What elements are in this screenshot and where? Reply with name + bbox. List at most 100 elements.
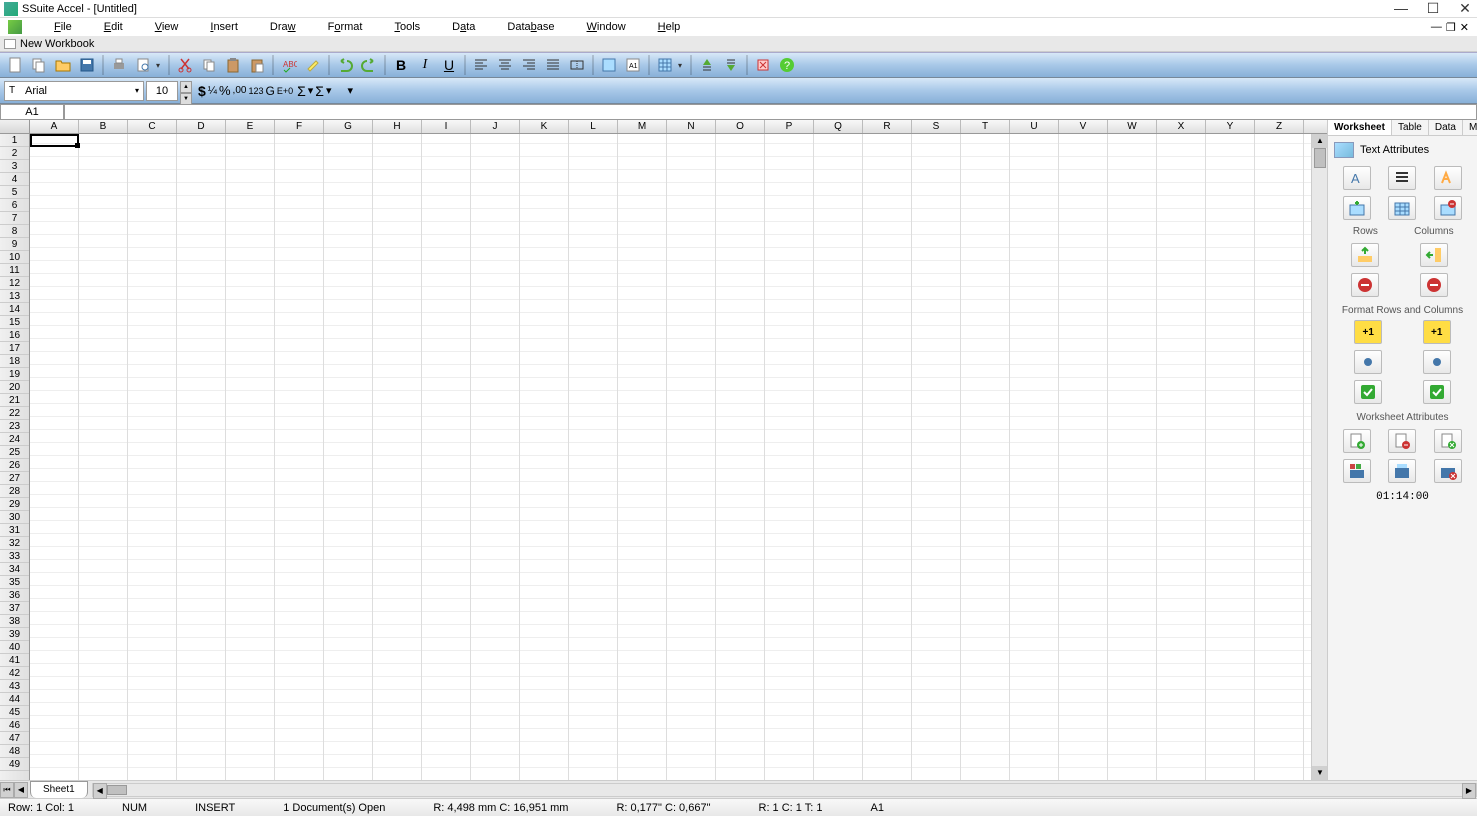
row-header[interactable]: 20: [0, 381, 29, 394]
row-header[interactable]: 13: [0, 290, 29, 303]
bold-button[interactable]: B: [390, 54, 412, 76]
row-header[interactable]: 8: [0, 225, 29, 238]
row-ok-button[interactable]: [1354, 380, 1382, 404]
menu-view[interactable]: View: [155, 21, 179, 33]
col-autofit-button[interactable]: [1423, 350, 1451, 374]
column-header[interactable]: M: [618, 120, 667, 133]
delete-button[interactable]: [752, 54, 774, 76]
italic-button[interactable]: I: [414, 54, 436, 76]
hscroll-left[interactable]: ◀: [93, 783, 107, 799]
row-header[interactable]: 5: [0, 186, 29, 199]
hscroll-right[interactable]: ▶: [1462, 783, 1476, 799]
open-button[interactable]: [52, 54, 74, 76]
formula-input[interactable]: [64, 104, 1477, 120]
undo-button[interactable]: [334, 54, 356, 76]
sheet-tab[interactable]: Sheet1: [30, 781, 88, 798]
column-header[interactable]: J: [471, 120, 520, 133]
col-ok-button[interactable]: [1423, 380, 1451, 404]
row-header[interactable]: 18: [0, 355, 29, 368]
align-left-button[interactable]: [470, 54, 492, 76]
close-button[interactable]: ✕: [1457, 0, 1473, 17]
delete-row-button[interactable]: [1351, 273, 1379, 297]
column-header[interactable]: F: [275, 120, 324, 133]
align-right-button[interactable]: [518, 54, 540, 76]
align-justify-button[interactable]: [542, 54, 564, 76]
general-button[interactable]: G: [265, 84, 274, 98]
row-header[interactable]: 17: [0, 342, 29, 355]
print-dropdown[interactable]: ▾: [156, 61, 164, 70]
sheet-color-button[interactable]: [1343, 459, 1371, 483]
column-header[interactable]: W: [1108, 120, 1157, 133]
printpreview-button[interactable]: [132, 54, 154, 76]
row-header[interactable]: 10: [0, 251, 29, 264]
column-header[interactable]: K: [520, 120, 569, 133]
sort-asc-button[interactable]: [696, 54, 718, 76]
vertical-scrollbar[interactable]: ▲ ▼: [1311, 134, 1327, 780]
check-dropdown[interactable]: ▾: [347, 84, 353, 97]
column-header[interactable]: V: [1059, 120, 1108, 133]
border-button[interactable]: [598, 54, 620, 76]
column-header[interactable]: D: [177, 120, 226, 133]
currency-button[interactable]: $: [198, 83, 206, 99]
column-header[interactable]: R: [863, 120, 912, 133]
row-header[interactable]: 27: [0, 472, 29, 485]
column-header[interactable]: Z: [1255, 120, 1304, 133]
menu-tools[interactable]: Tools: [394, 21, 420, 33]
font-selector[interactable]: T Arial ▾: [4, 81, 144, 101]
menu-format[interactable]: Format: [328, 21, 363, 33]
column-header[interactable]: O: [716, 120, 765, 133]
decimal-button[interactable]: ,00: [233, 85, 247, 96]
doc-tab-label[interactable]: New Workbook: [20, 38, 94, 50]
minimize-button[interactable]: —: [1393, 0, 1409, 17]
vscroll-thumb[interactable]: [1314, 148, 1326, 168]
row-header[interactable]: 21: [0, 394, 29, 407]
col-width-plus-button[interactable]: +1: [1423, 320, 1451, 344]
paste-special-button[interactable]: [246, 54, 268, 76]
add-sheet-button[interactable]: [1343, 429, 1371, 453]
mdi-minimize[interactable]: —: [1431, 21, 1442, 34]
row-header[interactable]: 45: [0, 706, 29, 719]
menu-edit[interactable]: Edit: [104, 21, 123, 33]
row-header[interactable]: 30: [0, 511, 29, 524]
table-dropdown[interactable]: ▾: [678, 61, 686, 70]
row-header[interactable]: 24: [0, 433, 29, 446]
cell-reference-box[interactable]: [0, 104, 64, 120]
horizontal-scrollbar[interactable]: ◀ ▶: [92, 783, 1477, 797]
help-button[interactable]: ?: [776, 54, 798, 76]
row-header[interactable]: 38: [0, 615, 29, 628]
menu-database[interactable]: Database: [507, 21, 554, 33]
delete-cells-button[interactable]: [1434, 196, 1462, 220]
row-header[interactable]: 7: [0, 212, 29, 225]
new-button[interactable]: [4, 54, 26, 76]
percent-button[interactable]: %: [219, 83, 231, 98]
paste-button[interactable]: [222, 54, 244, 76]
format-cells-button[interactable]: [1388, 196, 1416, 220]
sort-desc-button[interactable]: [720, 54, 742, 76]
row-header[interactable]: 42: [0, 667, 29, 680]
highlight-button[interactable]: [302, 54, 324, 76]
row-header[interactable]: 12: [0, 277, 29, 290]
row-header[interactable]: 31: [0, 524, 29, 537]
row-header[interactable]: 22: [0, 407, 29, 420]
row-header[interactable]: 14: [0, 303, 29, 316]
menu-window[interactable]: Window: [587, 21, 626, 33]
row-header[interactable]: 44: [0, 693, 29, 706]
row-header[interactable]: 16: [0, 329, 29, 342]
row-header[interactable]: 34: [0, 563, 29, 576]
fraction-button[interactable]: ¼: [208, 85, 217, 97]
sheet-nav-prev[interactable]: ◀: [14, 782, 28, 798]
column-header[interactable]: G: [324, 120, 373, 133]
column-header[interactable]: H: [373, 120, 422, 133]
row-header[interactable]: 28: [0, 485, 29, 498]
row-header[interactable]: 35: [0, 576, 29, 589]
insert-cells-button[interactable]: [1343, 196, 1371, 220]
row-header[interactable]: 36: [0, 589, 29, 602]
insert-column-button[interactable]: [1420, 243, 1448, 267]
row-header[interactable]: 43: [0, 680, 29, 693]
row-header[interactable]: 37: [0, 602, 29, 615]
scroll-up-arrow[interactable]: ▲: [1312, 134, 1327, 148]
row-header[interactable]: 33: [0, 550, 29, 563]
row-header[interactable]: 47: [0, 732, 29, 745]
underline-button[interactable]: U: [438, 54, 460, 76]
column-header[interactable]: P: [765, 120, 814, 133]
